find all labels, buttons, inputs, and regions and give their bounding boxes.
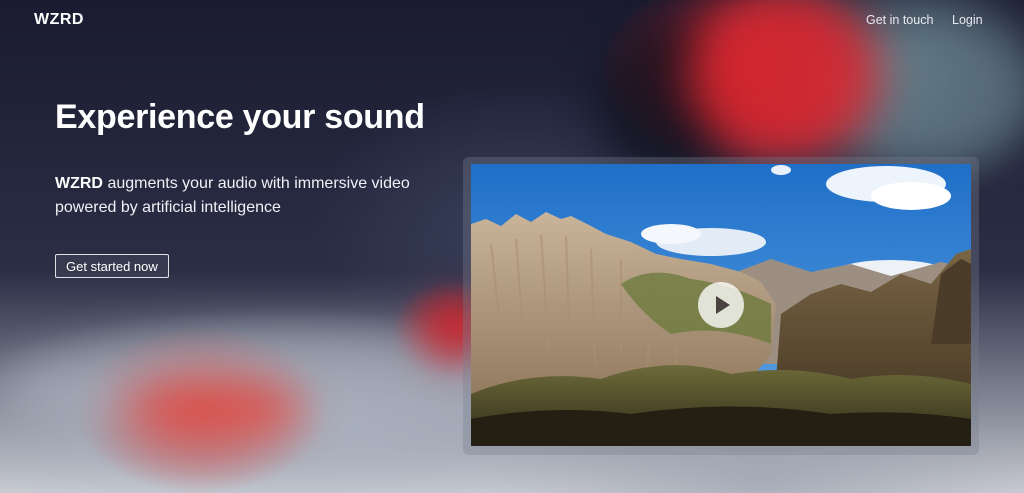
hero-description: WZRD augments your audio with immersive …: [55, 172, 435, 220]
logo[interactable]: WZRD: [34, 11, 84, 29]
nav-login-link[interactable]: Login: [952, 13, 983, 27]
nav-get-in-touch-link[interactable]: Get in touch: [866, 13, 933, 27]
get-started-button[interactable]: Get started now: [55, 254, 169, 278]
hero-description-text: augments your audio with immersive video…: [55, 175, 410, 216]
play-button[interactable]: [698, 282, 744, 328]
site-header: WZRD Get in touch Login: [0, 0, 1024, 40]
play-icon: [716, 296, 730, 314]
video-player[interactable]: [471, 164, 971, 446]
hero-title: Experience your sound: [55, 98, 425, 136]
hero-brand-word: WZRD: [55, 175, 103, 192]
